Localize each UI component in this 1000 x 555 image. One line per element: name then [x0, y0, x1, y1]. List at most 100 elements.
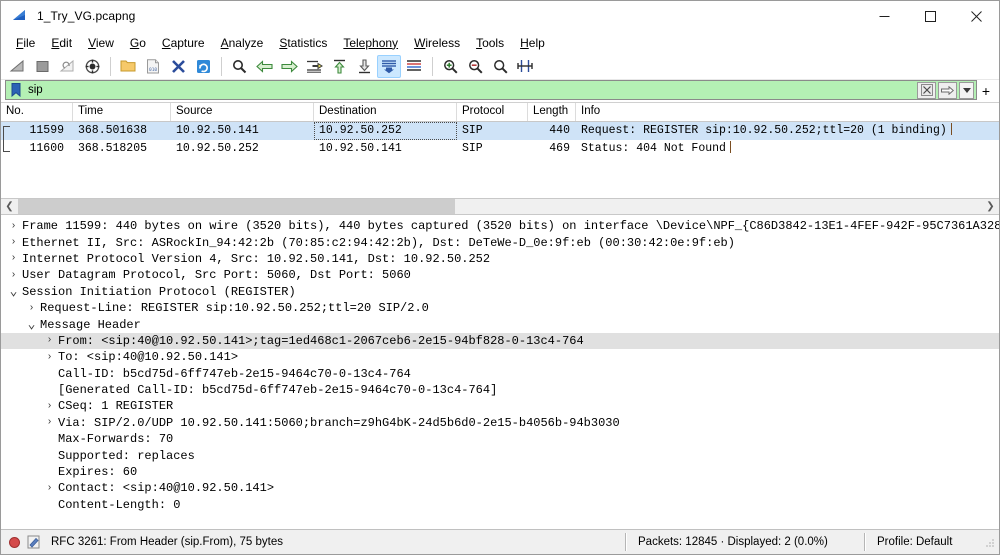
column-header-length[interactable]: Length	[528, 103, 576, 121]
stop-capture-icon[interactable]	[30, 55, 54, 78]
menu-telephony[interactable]: Telephony	[335, 34, 406, 52]
resize-grip-icon[interactable]	[984, 536, 996, 548]
detail-tree-label: User Datagram Protocol, Src Port: 5060, …	[22, 268, 411, 283]
menu-capture[interactable]: Capture	[154, 34, 213, 52]
start-capture-icon[interactable]	[5, 55, 29, 78]
detail-tree-row[interactable]: › Via: SIP/2.0/UDP 10.92.50.141:5060;bran…	[1, 415, 999, 431]
info-caret	[729, 141, 731, 153]
hscrollbar-track[interactable]	[18, 199, 982, 214]
resize-columns-icon[interactable]	[513, 55, 537, 78]
display-filter-input[interactable]	[24, 82, 917, 98]
menu-edit[interactable]: Edit	[43, 34, 80, 52]
go-to-packet-icon[interactable]	[302, 55, 326, 78]
chevron-right-icon[interactable]: ›	[7, 237, 20, 248]
close-file-icon[interactable]	[166, 55, 190, 78]
add-filter-button[interactable]: +	[977, 80, 995, 102]
detail-tree-row[interactable]: ⌄ Message Header	[1, 316, 999, 332]
close-button[interactable]	[953, 1, 999, 32]
detail-tree-row[interactable]: › User Datagram Protocol, Src Port: 5060,…	[1, 267, 999, 283]
chevron-down-icon[interactable]: ⌄	[25, 318, 38, 331]
column-header-time[interactable]: Time	[73, 103, 171, 121]
zoom-out-icon[interactable]	[463, 55, 487, 78]
detail-tree-row[interactable]: › Frame 11599: 440 bytes on wire (3520 bi…	[1, 218, 999, 234]
detail-tree-row[interactable]: Content-Length: 0	[1, 497, 999, 513]
detail-tree-row[interactable]: › Contact: <sip:40@10.92.50.141>	[1, 480, 999, 496]
menu-help[interactable]: Help	[512, 34, 553, 52]
expert-info-error-icon[interactable]	[9, 536, 20, 548]
apply-filter-button[interactable]	[938, 81, 957, 99]
detail-tree-row[interactable]: › CSeq: 1 REGISTER	[1, 398, 999, 414]
column-header-protocol[interactable]: Protocol	[457, 103, 528, 121]
go-last-packet-icon[interactable]	[352, 55, 376, 78]
detail-tree-row[interactable]: Max-Forwards: 70	[1, 431, 999, 447]
menu-analyze[interactable]: Analyze	[213, 34, 272, 52]
detail-tree-row[interactable]: › Request-Line: REGISTER sip:10.92.50.252…	[1, 300, 999, 316]
minimize-button[interactable]	[861, 1, 907, 32]
chevron-right-icon[interactable]: ›	[43, 401, 56, 412]
packet-list-hscrollbar[interactable]: ❮ ❯	[1, 198, 999, 215]
chevron-right-icon[interactable]: ›	[7, 221, 20, 232]
detail-tree-label: Call-ID: b5cd75d-6ff747eb-2e15-9464c70-0…	[58, 366, 411, 381]
clear-filter-button[interactable]	[917, 81, 936, 99]
detail-tree-row[interactable]: Supported: replaces	[1, 447, 999, 463]
table-row[interactable]: 11599 368.501638 10.92.50.141 10.92.50.2…	[1, 122, 999, 140]
detail-tree-row[interactable]: [Generated Call-ID: b5cd75d-6ff747eb-2e1…	[1, 382, 999, 398]
maximize-button[interactable]	[907, 1, 953, 32]
chevron-right-icon[interactable]: ›	[7, 253, 20, 264]
go-back-icon[interactable]	[252, 55, 276, 78]
detail-tree-label: Ethernet II, Src: ASRockIn_94:42:2b (70:…	[22, 235, 735, 250]
scroll-left-icon[interactable]: ❮	[1, 199, 18, 214]
detail-tree-row[interactable]: Expires: 60	[1, 464, 999, 480]
capture-options-icon[interactable]	[80, 55, 104, 78]
chevron-right-icon[interactable]: ›	[43, 335, 56, 346]
column-header-source[interactable]: Source	[171, 103, 314, 121]
column-header-info[interactable]: Info	[576, 103, 999, 121]
save-file-icon[interactable]: 010	[141, 55, 165, 78]
go-forward-icon[interactable]	[277, 55, 301, 78]
filter-input-container[interactable]	[5, 80, 977, 100]
menu-file[interactable]: File	[8, 34, 43, 52]
menu-view[interactable]: View	[80, 34, 122, 52]
status-profile[interactable]: Profile: Default	[866, 536, 984, 548]
chevron-right-icon[interactable]: ›	[43, 483, 56, 494]
menu-tools[interactable]: Tools	[468, 34, 512, 52]
cell-source: 10.92.50.141	[176, 124, 259, 137]
detail-tree-row[interactable]: › Ethernet II, Src: ASRockIn_94:42:2b (70…	[1, 234, 999, 250]
detail-tree-label: CSeq: 1 REGISTER	[58, 399, 174, 414]
detail-tree-row[interactable]: › Internet Protocol Version 4, Src: 10.92…	[1, 251, 999, 267]
menu-wireless[interactable]: Wireless	[406, 34, 468, 52]
packet-list-rows: 11599 368.501638 10.92.50.141 10.92.50.2…	[1, 122, 999, 198]
filter-dropdown-button[interactable]	[959, 81, 974, 99]
detail-tree-row[interactable]: › To: <sip:40@10.92.50.141>	[1, 349, 999, 365]
detail-tree-row[interactable]: › From: <sip:40@10.92.50.141>;tag=1ed468c…	[1, 332, 999, 350]
menu-go[interactable]: Go	[122, 34, 154, 52]
column-header-no[interactable]: No.	[1, 103, 73, 121]
chevron-right-icon[interactable]: ›	[7, 270, 20, 281]
restart-capture-icon[interactable]	[55, 55, 79, 78]
scroll-right-icon[interactable]: ❯	[982, 199, 999, 214]
auto-scroll-icon[interactable]	[377, 54, 401, 78]
reload-file-icon[interactable]	[191, 55, 215, 78]
cell-no: 11600	[29, 142, 64, 155]
detail-tree-row[interactable]: Call-ID: b5cd75d-6ff747eb-2e15-9464c70-0…	[1, 366, 999, 382]
menu-capture-label: apture	[170, 35, 205, 50]
bookmark-icon[interactable]	[7, 81, 24, 99]
chevron-right-icon[interactable]: ›	[43, 352, 56, 363]
column-header-destination[interactable]: Destination	[314, 103, 457, 121]
hscrollbar-thumb[interactable]	[18, 199, 455, 214]
table-row[interactable]: 11600 368.518205 10.92.50.252 10.92.50.1…	[1, 140, 999, 158]
menu-telephony-label: Telephony	[343, 35, 399, 50]
colorize-packets-icon[interactable]	[402, 55, 426, 78]
normal-size-icon[interactable]	[488, 55, 512, 78]
detail-tree-row[interactable]: ⌄ Session Initiation Protocol (REGISTER)	[1, 284, 999, 300]
chevron-down-icon[interactable]: ⌄	[7, 285, 20, 298]
cell-info: Status: 404 Not Found	[576, 140, 999, 158]
capture-file-properties-icon[interactable]	[27, 535, 41, 549]
find-packet-icon[interactable]	[227, 55, 251, 78]
open-file-icon[interactable]	[116, 55, 140, 78]
chevron-right-icon[interactable]: ›	[43, 417, 56, 428]
go-first-packet-icon[interactable]	[327, 55, 351, 78]
menu-statistics[interactable]: Statistics	[271, 34, 335, 52]
chevron-right-icon[interactable]: ›	[25, 303, 38, 314]
zoom-in-icon[interactable]	[438, 55, 462, 78]
